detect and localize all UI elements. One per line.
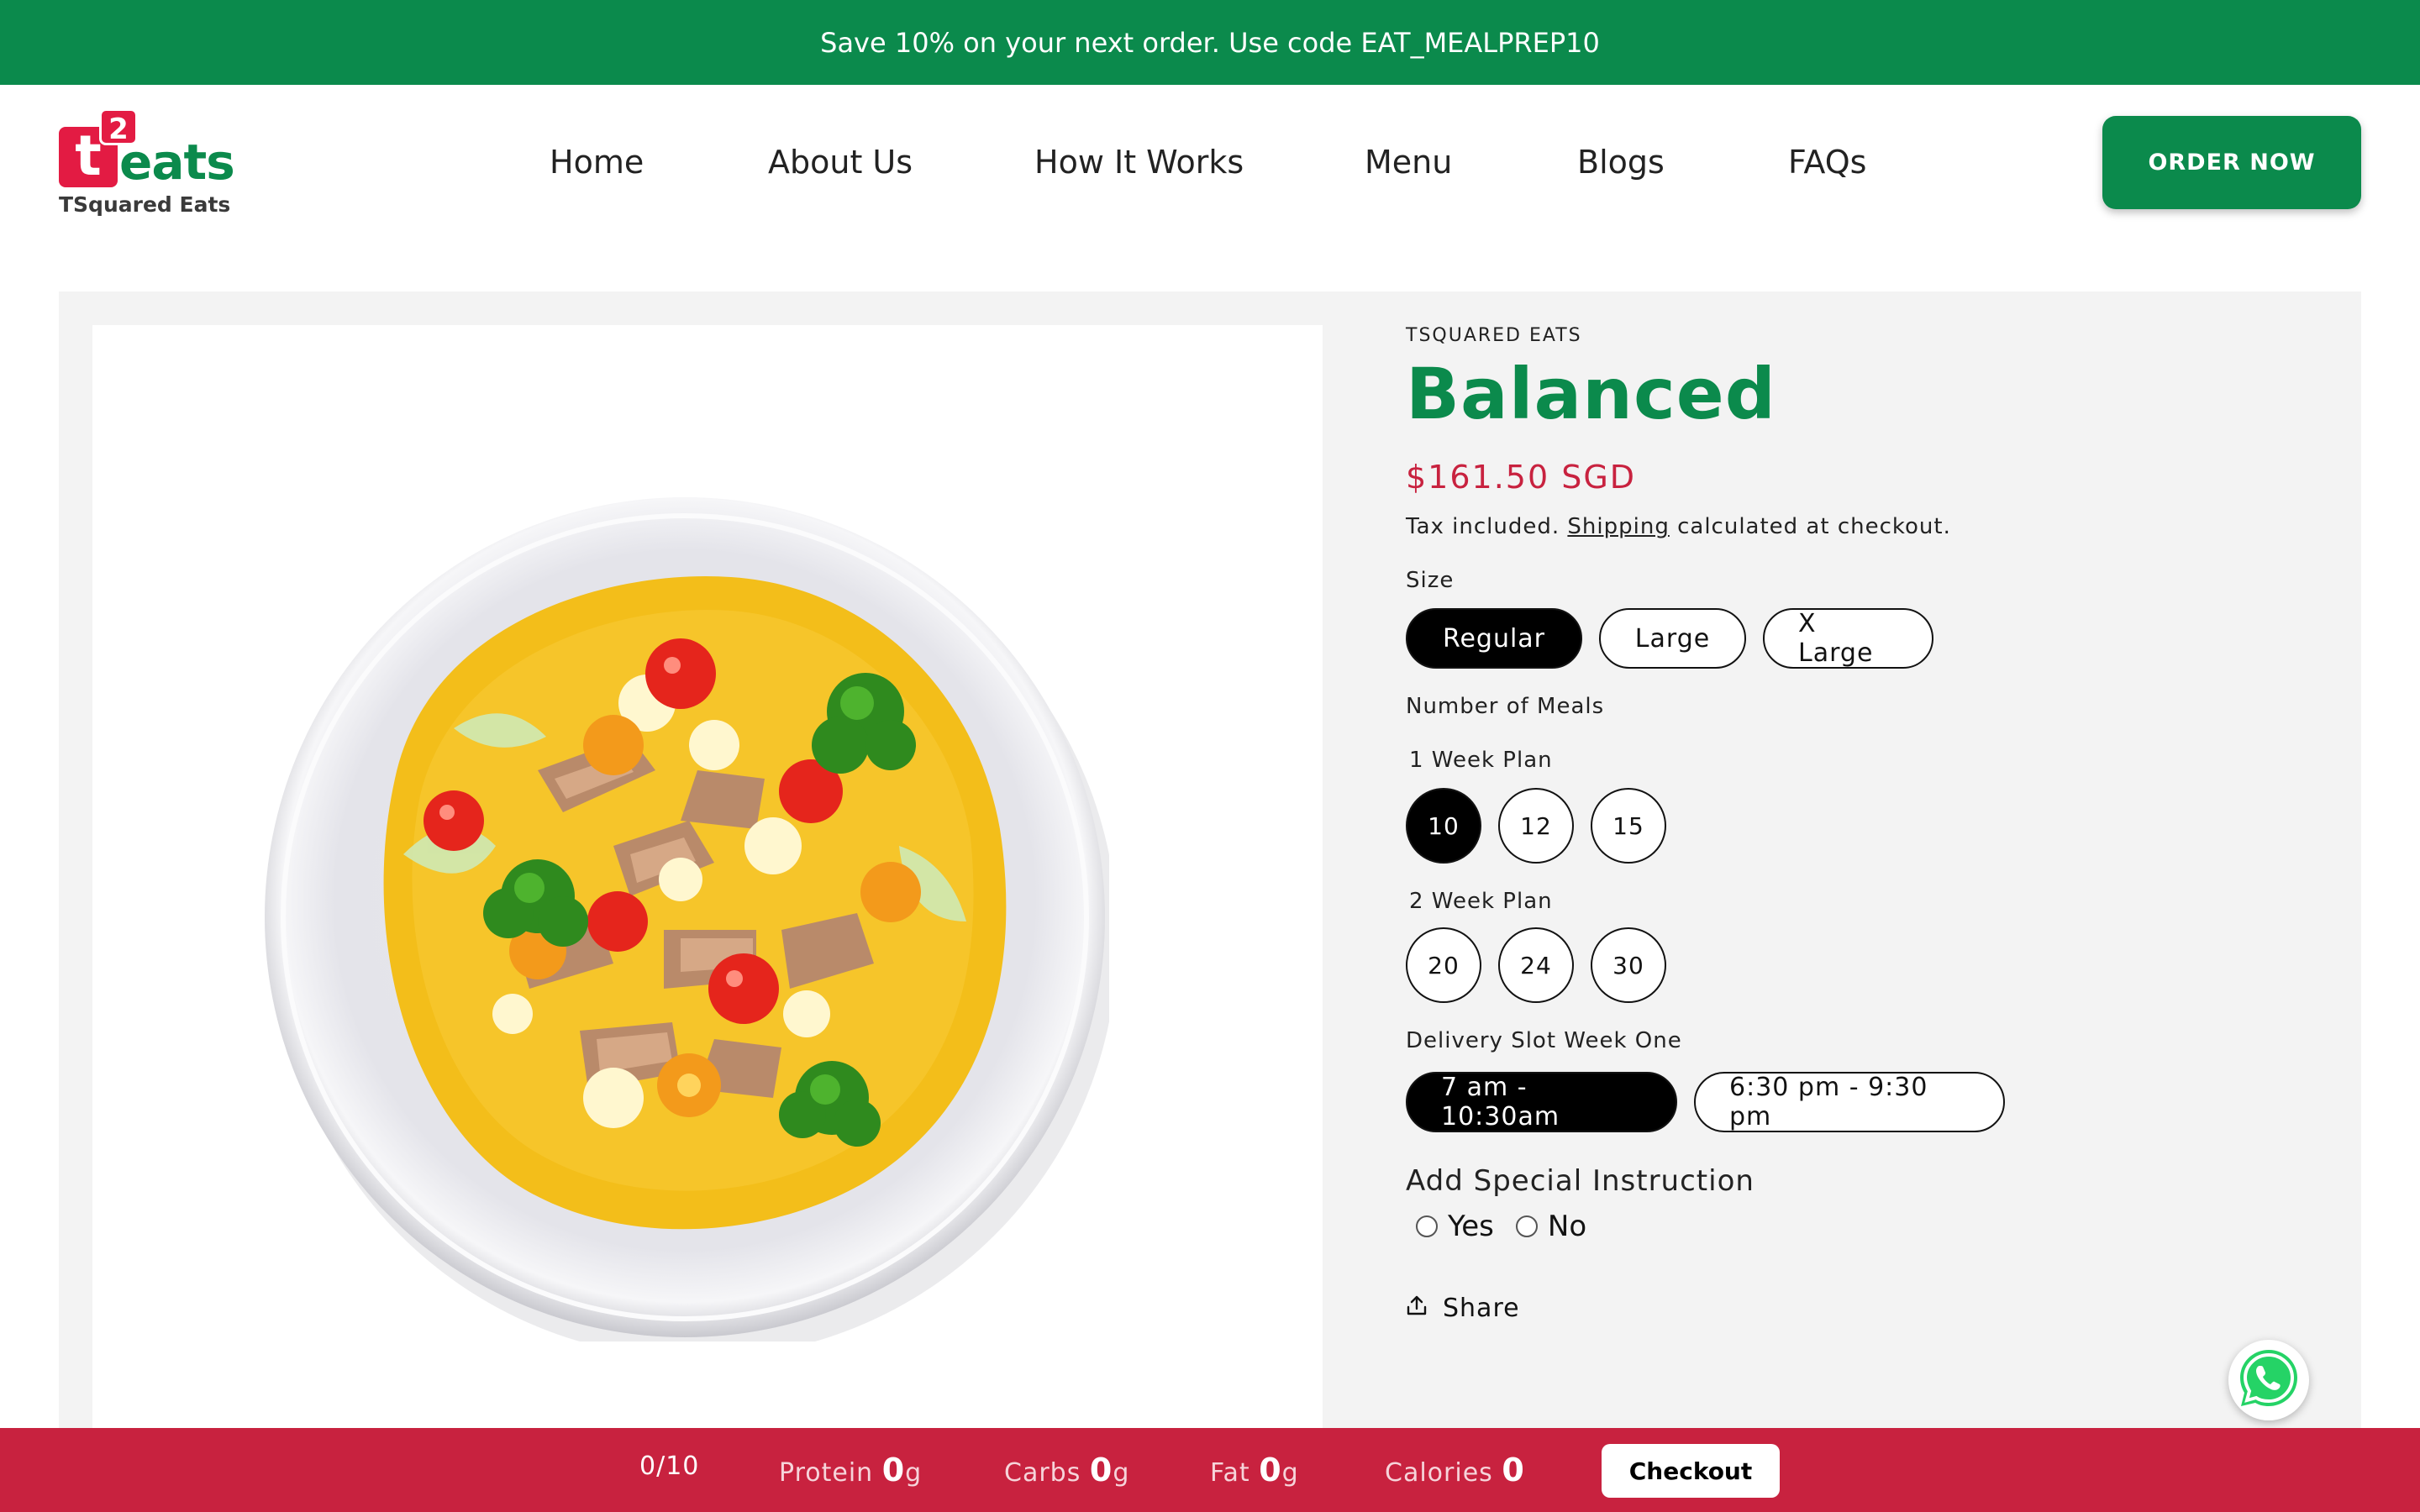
calories-summary: Calories 0	[1385, 1452, 1525, 1488]
delivery-options: 7 am - 10:30am 6:30 pm - 9:30 pm	[1406, 1072, 2313, 1132]
product-price: $161.50 SGD	[1406, 459, 1637, 496]
carbs-label: Carbs	[1004, 1458, 1081, 1488]
whatsapp-button[interactable]	[2228, 1340, 2309, 1420]
delivery-label: Delivery Slot Week One	[1406, 1028, 1682, 1053]
meals-option-24[interactable]: 24	[1498, 927, 1574, 1003]
logo[interactable]: t 2 eats TSquared Eats	[57, 108, 235, 218]
product-image[interactable]	[260, 493, 1118, 1358]
week1-options: 10 12 15	[1406, 788, 2313, 864]
tax-prefix: Tax included.	[1406, 514, 1560, 539]
nav-blogs[interactable]: Blogs	[1577, 144, 1665, 181]
size-option-large[interactable]: Large	[1599, 608, 1746, 669]
meals-option-10[interactable]: 10	[1406, 788, 1481, 864]
tax-suffix: calculated at checkout.	[1677, 514, 1951, 539]
week1-label: 1 Week Plan	[1409, 748, 1553, 773]
carbs-unit: g	[1113, 1458, 1130, 1488]
site-header: t 2 eats TSquared Eats Home About Us How…	[0, 85, 2420, 291]
nav-menu[interactable]: Menu	[1365, 144, 1452, 181]
calories-label: Calories	[1385, 1458, 1493, 1488]
meals-option-15[interactable]: 15	[1591, 788, 1666, 864]
fat-summary: Fat 0g	[1210, 1452, 1299, 1488]
nav-how-it-works[interactable]: How It Works	[1034, 144, 1244, 181]
size-label: Size	[1406, 568, 1455, 593]
size-option-regular[interactable]: Regular	[1406, 608, 1582, 669]
announcement-bar: Save 10% on your next order. Use code EA…	[0, 0, 2420, 85]
product-section: TSQUARED EATS Balanced $161.50 SGD Tax i…	[59, 291, 2361, 1512]
macro-summary-bar: 0/10 Protein 0g Carbs 0g Fat 0g Calories…	[0, 1428, 2420, 1512]
meals-option-12[interactable]: 12	[1498, 788, 1574, 864]
nav-about-us[interactable]: About Us	[768, 144, 913, 181]
meals-option-20[interactable]: 20	[1406, 927, 1481, 1003]
protein-summary: Protein 0g	[779, 1452, 922, 1488]
product-media	[92, 325, 1323, 1512]
radio-no-label: No	[1547, 1210, 1587, 1243]
meals-label: Number of Meals	[1406, 694, 1605, 719]
special-instruction-radios: Yes No	[1416, 1210, 2313, 1243]
protein-value: 0	[881, 1452, 906, 1488]
meals-option-30[interactable]: 30	[1591, 927, 1666, 1003]
checkout-button[interactable]: Checkout	[1602, 1444, 1780, 1498]
announcement-text: Save 10% on your next order. Use code EA…	[820, 26, 1600, 59]
special-instruction-label: Add Special Instruction	[1406, 1164, 1754, 1198]
radio-yes[interactable]	[1416, 1215, 1438, 1237]
tax-note: Tax included. Shipping calculated at che…	[1406, 514, 2313, 539]
share-label: Share	[1443, 1294, 1520, 1323]
product-title: Balanced	[1406, 353, 1776, 435]
meal-count: 0/10	[639, 1452, 700, 1481]
fat-label: Fat	[1210, 1458, 1250, 1488]
carbs-value: 0	[1089, 1452, 1113, 1488]
fat-unit: g	[1281, 1458, 1299, 1488]
calories-value: 0	[1502, 1452, 1525, 1488]
radio-yes-label: Yes	[1448, 1210, 1494, 1243]
protein-unit: g	[905, 1458, 923, 1488]
share-icon	[1406, 1294, 1428, 1323]
logo-tagline: TSquared Eats	[59, 192, 231, 217]
share-button[interactable]: Share	[1406, 1294, 2313, 1323]
delivery-option-morning[interactable]: 7 am - 10:30am	[1406, 1072, 1677, 1132]
product-info: TSQUARED EATS Balanced $161.50 SGD Tax i…	[1406, 325, 2313, 1323]
nav-faqs[interactable]: FAQs	[1788, 144, 1866, 181]
product-vendor: TSQUARED EATS	[1406, 325, 1582, 346]
radio-no[interactable]	[1515, 1215, 1538, 1237]
whatsapp-icon	[2235, 1345, 2302, 1415]
nav-home[interactable]: Home	[550, 144, 644, 181]
size-option-x-large[interactable]: X Large	[1763, 608, 1933, 669]
delivery-option-evening[interactable]: 6:30 pm - 9:30 pm	[1694, 1072, 2005, 1132]
carbs-summary: Carbs 0g	[1004, 1452, 1129, 1488]
week2-options: 20 24 30	[1406, 927, 2313, 1003]
size-options: Regular Large X Large	[1406, 608, 2313, 669]
order-now-button[interactable]: ORDER NOW	[2102, 116, 2361, 209]
protein-label: Protein	[779, 1458, 874, 1488]
fat-value: 0	[1259, 1452, 1282, 1488]
shipping-link[interactable]: Shipping	[1567, 514, 1669, 539]
logo-wordmark: eats	[119, 134, 235, 191]
meal-plate-illustration	[265, 497, 1118, 1358]
week2-label: 2 Week Plan	[1409, 889, 1553, 914]
